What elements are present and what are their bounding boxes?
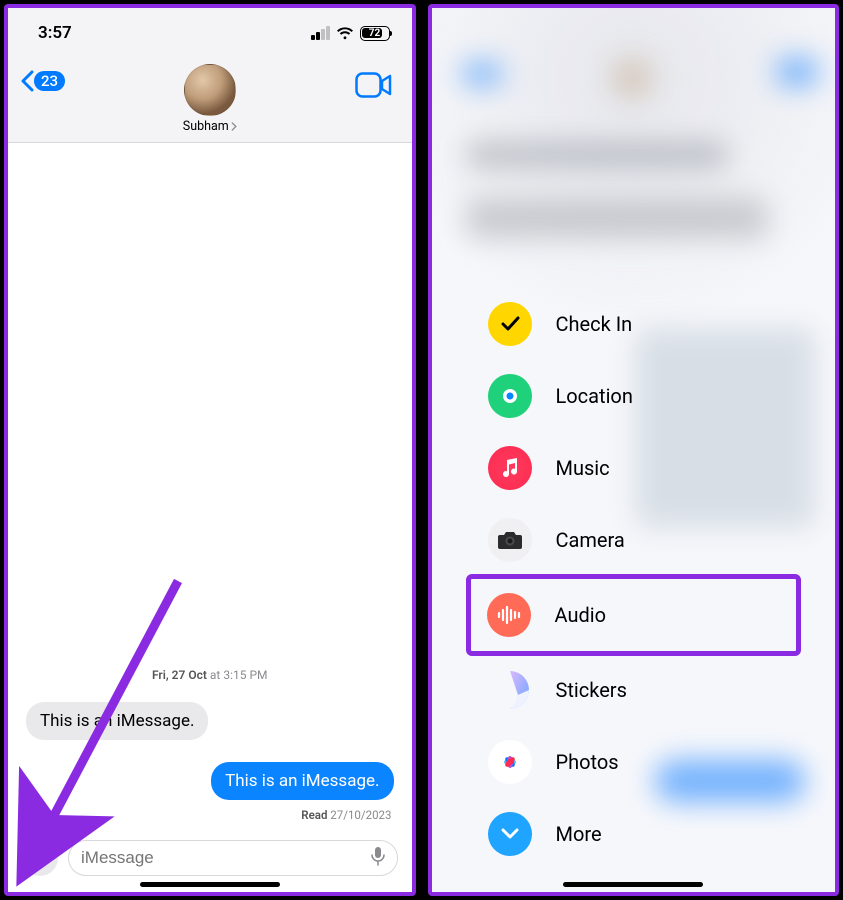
stickers-icon <box>488 668 532 712</box>
location-icon <box>488 374 532 418</box>
back-chevron-icon <box>20 70 34 92</box>
menu-label: Photos <box>556 750 619 774</box>
menu-item-more[interactable]: More <box>472 798 796 870</box>
facetime-video-button[interactable] <box>355 72 393 98</box>
menu-item-music[interactable]: Music <box>472 432 796 504</box>
apps-menu-screen: Check In Location Music Camera Audio <box>428 4 840 896</box>
menu-label: More <box>556 822 602 846</box>
menu-item-audio[interactable]: Audio <box>466 574 802 656</box>
unread-count-badge: 23 <box>34 71 65 91</box>
menu-item-location[interactable]: Location <box>472 360 796 432</box>
menu-item-stickers[interactable]: Stickers <box>472 654 796 726</box>
conversation-header: 23 Subham <box>8 58 412 143</box>
photos-icon <box>488 740 532 784</box>
outgoing-message-bubble[interactable]: This is an iMessage. <box>211 762 393 800</box>
read-receipt: Read 27/10/2023 <box>301 808 391 822</box>
battery-icon: 72 <box>360 26 390 41</box>
message-input[interactable] <box>68 840 398 876</box>
contact-name-row: Subham <box>183 119 238 134</box>
home-indicator[interactable] <box>140 882 280 887</box>
check-in-icon <box>488 302 532 346</box>
avatar <box>184 64 236 116</box>
menu-item-photos[interactable]: Photos <box>472 726 796 798</box>
dictation-mic-icon[interactable] <box>371 846 385 870</box>
home-indicator[interactable] <box>563 882 703 887</box>
menu-label: Camera <box>556 528 625 552</box>
wifi-icon <box>336 27 354 40</box>
menu-label: Audio <box>555 603 607 627</box>
menu-label: Location <box>556 384 633 408</box>
menu-item-check-in[interactable]: Check In <box>472 288 796 360</box>
status-time: 3:57 <box>38 23 72 43</box>
status-bar: 3:57 72 <box>8 8 412 58</box>
music-icon <box>488 446 532 490</box>
compose-row <box>8 840 412 876</box>
camera-icon <box>488 518 532 562</box>
more-chevron-icon <box>488 812 532 856</box>
incoming-message-bubble[interactable]: This is an iMessage. <box>26 702 208 740</box>
message-input-field[interactable] <box>81 848 371 868</box>
status-indicators: 72 <box>311 26 390 41</box>
menu-label: Stickers <box>556 678 627 702</box>
apps-plus-button[interactable] <box>22 840 58 876</box>
messages-conversation-screen: 3:57 72 23 Subham <box>4 4 416 896</box>
cellular-signal-icon <box>311 26 330 40</box>
audio-waveform-icon <box>487 593 531 637</box>
menu-label: Music <box>556 456 610 480</box>
menu-item-camera[interactable]: Camera <box>472 504 796 576</box>
contact-name-label: Subham <box>183 119 229 134</box>
menu-label: Check In <box>556 312 633 336</box>
battery-percent: 72 <box>369 28 380 39</box>
message-timestamp: Fri, 27 Oct at 3:15 PM <box>8 668 412 682</box>
contact-info[interactable]: Subham <box>183 64 238 134</box>
apps-menu-list: Check In Location Music Camera Audio <box>472 288 796 870</box>
back-button[interactable]: 23 <box>20 70 65 92</box>
chat-body: Fri, 27 Oct at 3:15 PM This is an iMessa… <box>8 143 412 892</box>
